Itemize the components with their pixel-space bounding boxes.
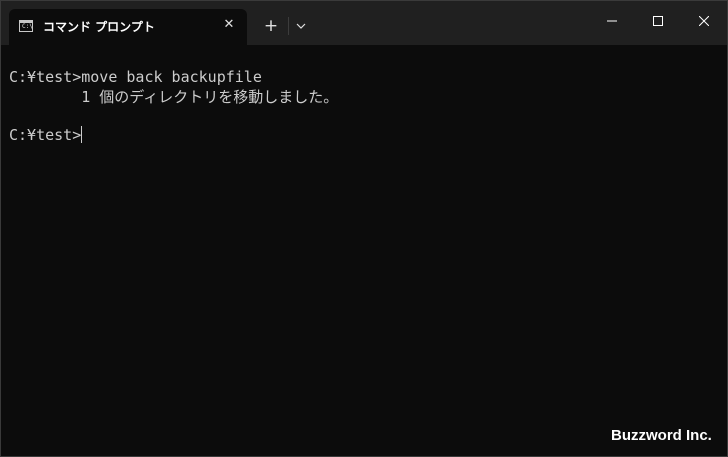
- dropdown-button[interactable]: [291, 15, 311, 37]
- new-tab-button[interactable]: +: [259, 15, 283, 37]
- close-icon: [699, 16, 709, 26]
- close-button[interactable]: [681, 1, 727, 41]
- text-cursor: [81, 126, 83, 143]
- terminal-prompt-line: C:¥test>: [9, 125, 83, 145]
- divider: [288, 17, 289, 35]
- minimize-button[interactable]: [589, 1, 635, 41]
- tab-close-button[interactable]: ✕: [219, 15, 239, 35]
- tab-command-prompt[interactable]: C:\ コマンド プロンプト ✕: [9, 9, 247, 45]
- terminal-prompt: C:¥test>: [9, 126, 82, 144]
- chevron-down-icon: [296, 23, 306, 29]
- tab-title: コマンド プロンプト: [43, 20, 155, 34]
- cmd-icon: C:\: [19, 20, 33, 32]
- terminal-line: C:¥test>move back backupfile: [9, 68, 262, 86]
- terminal-output[interactable]: C:¥test>move back backupfile 1 個のディレクトリを…: [1, 45, 727, 456]
- terminal-line: 1 個のディレクトリを移動しました。: [9, 88, 339, 106]
- maximize-button[interactable]: [635, 1, 681, 41]
- terminal-window: C:\ コマンド プロンプト ✕ + C:¥test>move back bac…: [0, 0, 728, 457]
- maximize-icon: [653, 16, 663, 26]
- watermark: Buzzword Inc.: [611, 427, 712, 444]
- title-bar: C:\ コマンド プロンプト ✕ +: [1, 1, 727, 45]
- minimize-icon: [607, 20, 617, 22]
